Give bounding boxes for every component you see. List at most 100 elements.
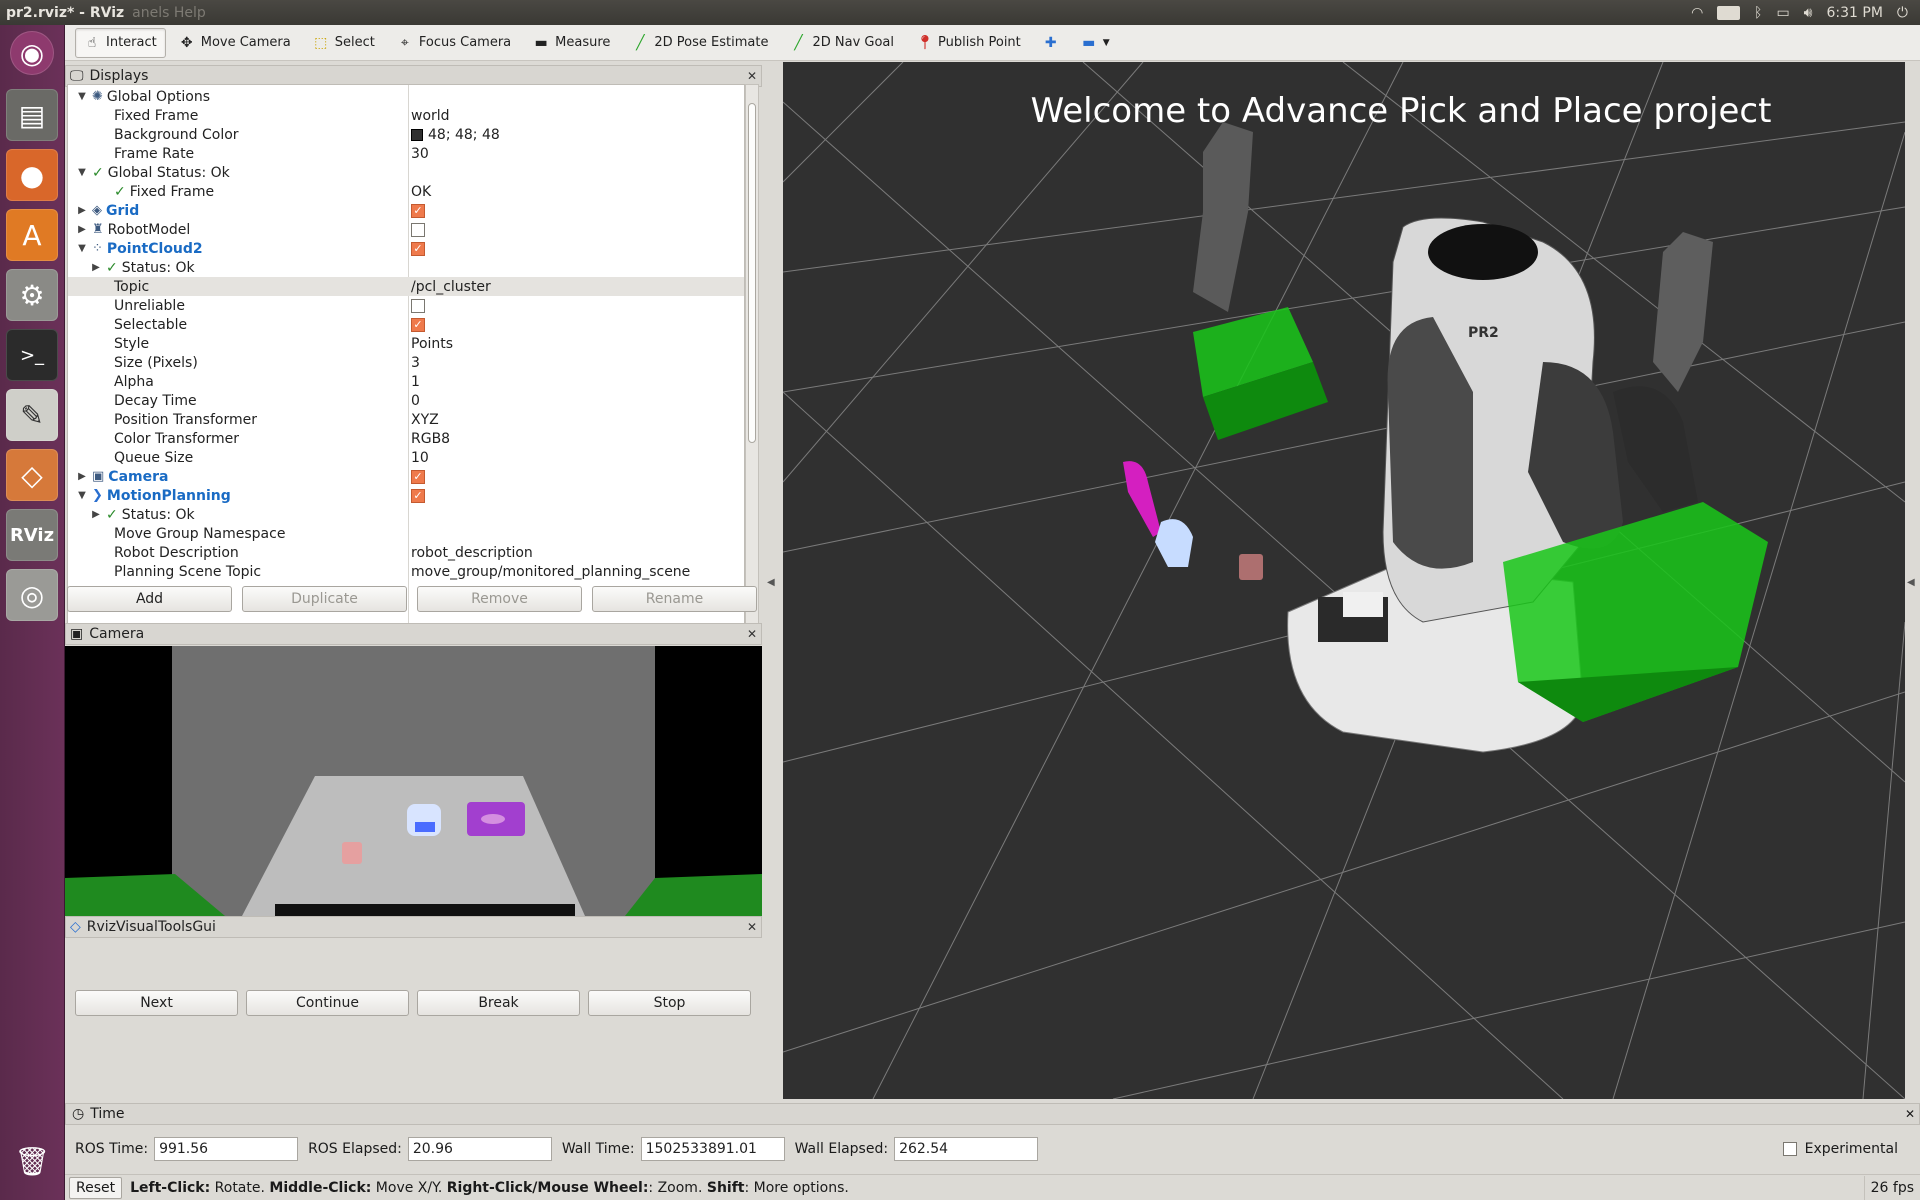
tree-row-value[interactable]: OK <box>411 184 431 200</box>
render-3d-view[interactable]: Welcome to Advance Pick and Place projec… <box>783 62 1905 1099</box>
ros-time-input[interactable] <box>154 1137 299 1161</box>
tree-row-value[interactable]: 30 <box>411 146 429 162</box>
tree-row-pointcloud2[interactable]: ▼ ⁘ PointCloud2 ✓ <box>68 239 744 258</box>
camera-checkbox[interactable]: ✓ <box>411 469 425 484</box>
tree-row-global-status[interactable]: ▼ ✓ Global Status: Ok <box>68 163 744 182</box>
tool-publish-point[interactable]: 📍︎ Publish Point <box>907 28 1030 58</box>
right-dock-edge[interactable]: ◀ <box>1905 62 1920 1099</box>
collapse-left-icon[interactable]: ◀ <box>767 577 775 588</box>
tool-focus-camera[interactable]: ⌖ Focus Camera <box>388 28 520 58</box>
color-swatch[interactable] <box>411 128 423 141</box>
battery-icon[interactable]: ▭ <box>1776 5 1789 21</box>
scroll-thumb[interactable] <box>748 103 756 443</box>
tree-row-value[interactable]: ✓ <box>411 469 430 484</box>
close-icon[interactable]: ✕ <box>1905 1107 1915 1121</box>
wifi-icon[interactable]: ◠ <box>1691 5 1703 21</box>
tree-row-value[interactable]: Points <box>411 336 453 352</box>
tree-row-color-transformer[interactable]: Color Transformer RGB8 <box>68 429 744 448</box>
ros-elapsed-input[interactable] <box>407 1137 552 1161</box>
tree-row-grid[interactable]: ▶ ◈ Grid ✓ <box>68 201 744 220</box>
remove-tool-button[interactable]: ▬ ▼ <box>1072 28 1119 58</box>
tree-row-selectable[interactable]: Selectable ✓ <box>68 315 744 334</box>
tree-row-value[interactable]: RGB8 <box>411 431 450 447</box>
tree-row-value[interactable]: robot_description <box>411 545 533 561</box>
experimental-toggle[interactable]: Experimental <box>1782 1141 1898 1157</box>
tree-row-frame-rate[interactable]: Frame Rate 30 <box>68 144 744 163</box>
tree-row-value[interactable] <box>411 222 430 237</box>
volume-icon[interactable]: 🔊︎ <box>1804 5 1813 21</box>
tree-row-motionplanning-status[interactable]: ▶ ✓ Status: Ok <box>68 505 744 524</box>
files-icon[interactable]: ▤ <box>6 89 58 141</box>
tree-row-value[interactable]: 0 <box>411 393 420 409</box>
selectable-checkbox[interactable]: ✓ <box>411 317 425 332</box>
tree-row-value[interactable]: 1 <box>411 374 420 390</box>
bluetooth-icon[interactable]: ᛒ <box>1754 5 1762 21</box>
tree-row-value[interactable]: move_group/monitored_planning_scene <box>411 564 690 580</box>
clock[interactable]: 6:31 PM <box>1827 5 1883 21</box>
ubuntu-dash-icon[interactable]: ◉ <box>10 31 54 75</box>
expand-right-icon[interactable]: ▶ <box>76 205 88 216</box>
camera-app-icon[interactable]: ◎ <box>6 569 58 621</box>
tree-row-decay-time[interactable]: Decay Time 0 <box>68 391 744 410</box>
tree-row-robot-description[interactable]: Robot Description robot_description <box>68 543 744 562</box>
robotmodel-checkbox[interactable] <box>411 222 425 237</box>
text-editor-icon[interactable]: ✎ <box>6 389 58 441</box>
dock-splitter[interactable]: ◀ <box>762 62 783 1099</box>
close-icon[interactable]: ✕ <box>747 920 757 934</box>
pointcloud2-checkbox[interactable]: ✓ <box>411 241 425 256</box>
tree-row-planning-scene-topic[interactable]: Planning Scene Topic move_group/monitored… <box>68 562 744 581</box>
firefox-icon[interactable]: ● <box>6 149 58 201</box>
tree-row-value[interactable]: 48; 48; 48 <box>411 127 500 143</box>
add-tool-button[interactable]: ✚ <box>1034 28 1068 58</box>
rviz-icon[interactable]: RViz <box>6 509 58 561</box>
tree-row-topic[interactable]: Topic/pcl_cluster <box>68 277 744 296</box>
software-center-icon[interactable]: A <box>6 209 58 261</box>
displays-scrollbar[interactable] <box>745 84 759 634</box>
close-icon[interactable]: ✕ <box>747 69 757 83</box>
stop-button[interactable]: Stop <box>588 990 751 1016</box>
keyboard-language[interactable]: En <box>1717 5 1741 20</box>
tree-row-alpha[interactable]: Alpha 1 <box>68 372 744 391</box>
tree-row-position-transformer[interactable]: Position Transformer XYZ <box>68 410 744 429</box>
remove-button[interactable]: Remove <box>417 586 582 612</box>
grid-checkbox[interactable]: ✓ <box>411 203 425 218</box>
tree-row-value[interactable]: 3 <box>411 355 420 371</box>
trash-icon[interactable]: 🗑︎ <box>6 1135 58 1187</box>
tree-row-global-options[interactable]: ▼ ✺ Global Options <box>68 87 744 106</box>
tree-row-motionplanning[interactable]: ▼ ❯ MotionPlanning ✓ <box>68 486 744 505</box>
tree-row-style[interactable]: Style Points <box>68 334 744 353</box>
virtualbox-icon[interactable]: ◇ <box>6 449 58 501</box>
break-button[interactable]: Break <box>417 990 580 1016</box>
tool-interact[interactable]: ☝ Interact <box>75 27 166 58</box>
continue-button[interactable]: Continue <box>246 990 409 1016</box>
rename-button[interactable]: Rename <box>592 586 757 612</box>
expand-right-icon[interactable]: ▶ <box>76 471 88 482</box>
expand-down-icon[interactable]: ▼ <box>76 490 88 501</box>
expand-right-icon[interactable]: ▶ <box>90 509 102 520</box>
tree-row-fixed-frame[interactable]: Fixed Frame world <box>68 106 744 125</box>
wall-time-input[interactable] <box>640 1137 785 1161</box>
tool-2d-nav-goal[interactable]: ╱ 2D Nav Goal <box>781 28 903 58</box>
tool-2d-pose-estimate[interactable]: ╱ 2D Pose Estimate <box>623 28 777 58</box>
motionplanning-checkbox[interactable]: ✓ <box>411 488 425 503</box>
tree-row-value[interactable]: 10 <box>411 450 429 466</box>
tree-row-value[interactable]: ✓ <box>411 317 430 332</box>
duplicate-button[interactable]: Duplicate <box>242 586 407 612</box>
tree-row-value[interactable]: /pcl_cluster <box>411 279 491 295</box>
next-button[interactable]: Next <box>75 990 238 1016</box>
tree-row-background-color[interactable]: Background Color 48; 48; 48 <box>68 125 744 144</box>
tree-row-value[interactable]: XYZ <box>411 412 439 428</box>
tool-measure[interactable]: ▬ Measure <box>524 28 619 58</box>
tree-row-value[interactable]: world <box>411 108 450 124</box>
tree-row-robotmodel[interactable]: ▶ ♜ RobotModel <box>68 220 744 239</box>
expand-down-icon[interactable]: ▼ <box>76 167 88 178</box>
unreliable-checkbox[interactable] <box>411 298 425 313</box>
add-button[interactable]: Add <box>67 586 232 612</box>
terminal-icon[interactable]: >_ <box>6 329 58 381</box>
tree-row-size-pixels[interactable]: Size (Pixels) 3 <box>68 353 744 372</box>
tree-row-unreliable[interactable]: Unreliable <box>68 296 744 315</box>
tool-move-camera[interactable]: ✥ Move Camera <box>170 28 300 58</box>
expand-down-icon[interactable]: ▼ <box>76 91 88 102</box>
expand-right-icon[interactable]: ▶ <box>76 224 88 235</box>
experimental-checkbox[interactable] <box>1782 1142 1797 1156</box>
